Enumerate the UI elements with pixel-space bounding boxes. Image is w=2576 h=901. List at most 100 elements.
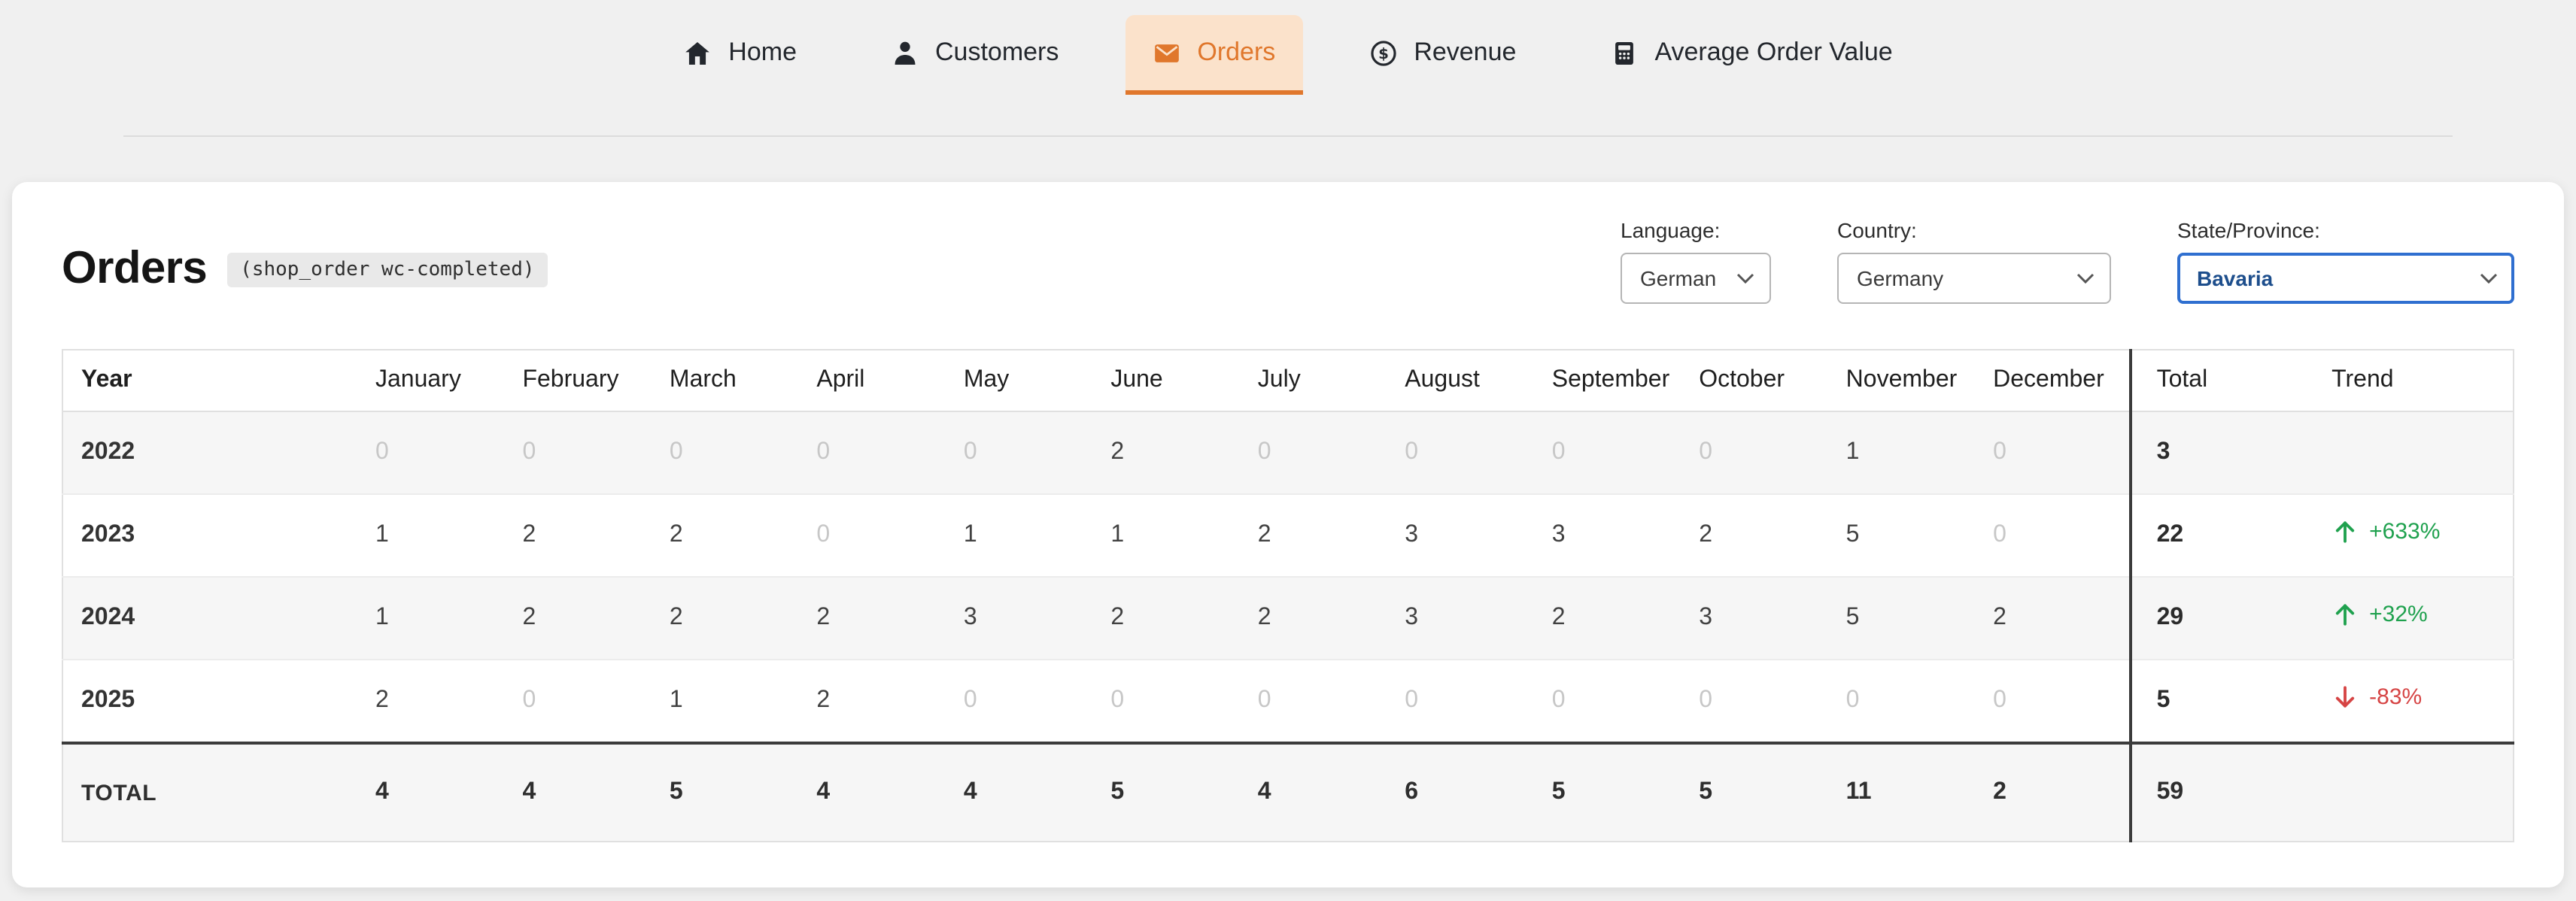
calculator-icon: [1609, 38, 1638, 67]
column-header-december: December: [1984, 350, 2131, 411]
column-header-august: August: [1396, 350, 1542, 411]
month-value-cell: 2: [807, 577, 954, 660]
trend-indicator: +633%: [2331, 519, 2440, 545]
month-value-cell: 2: [807, 660, 954, 743]
trend-label: -83%: [2369, 684, 2422, 710]
nav-label: Average Order Value: [1654, 38, 1892, 68]
month-value-cell: 0: [1249, 660, 1396, 743]
card-header: Orders (shop_order wc-completed) Languag…: [62, 218, 2514, 304]
nav-item-revenue[interactable]: $ Revenue: [1341, 15, 1543, 95]
column-header-january: January: [366, 350, 513, 411]
footer-month-total-cell: 5: [661, 743, 807, 842]
month-value-cell: 1: [366, 577, 513, 660]
month-value-cell: 3: [1543, 494, 1690, 577]
month-value-cell: 2: [1543, 577, 1690, 660]
month-value-cell: 3: [1396, 577, 1542, 660]
trend-down-icon: [2331, 684, 2357, 710]
month-value-cell: 0: [1396, 411, 1542, 494]
top-nav: Home Customers Orders $ Revenue: [0, 0, 2576, 137]
month-value-cell: 0: [1396, 660, 1542, 743]
month-value-cell: 5: [1837, 577, 1984, 660]
footer-month-total-cell: 5: [1101, 743, 1248, 842]
month-value-cell: 1: [955, 494, 1101, 577]
column-header-september: September: [1543, 350, 1690, 411]
month-value-cell: 0: [513, 411, 660, 494]
month-value-cell: 2: [1101, 411, 1248, 494]
month-value-cell: 2: [513, 577, 660, 660]
footer-month-total-cell: 5: [1690, 743, 1836, 842]
nav-item-average-order-value[interactable]: Average Order Value: [1582, 15, 1919, 95]
state-select[interactable]: Bavaria: [2177, 253, 2514, 304]
footer-total-label: TOTAL: [62, 743, 366, 842]
month-value-cell: 3: [1396, 494, 1542, 577]
nav-label: Revenue: [1414, 38, 1516, 68]
country-select[interactable]: Germany: [1837, 253, 2111, 304]
footer-month-total-cell: 6: [1396, 743, 1542, 842]
month-value-cell: 0: [366, 411, 513, 494]
nav-label: Customers: [935, 38, 1059, 68]
nav-label: Home: [728, 38, 797, 68]
column-header-trend: Trend: [2307, 350, 2514, 411]
footer-month-total-cell: 5: [1543, 743, 1690, 842]
user-icon: [890, 38, 919, 67]
year-cell: 2023: [62, 494, 366, 577]
table-row: 202412223223235229+32%: [62, 577, 2514, 660]
month-value-cell: 5: [1837, 494, 1984, 577]
country-filter: Country: Germany: [1837, 218, 2111, 304]
footer-month-total-cell: 4: [366, 743, 513, 842]
trend-label: +633%: [2369, 519, 2440, 545]
month-value-cell: 2: [1249, 494, 1396, 577]
nav-item-orders[interactable]: Orders: [1125, 15, 1302, 95]
column-header-october: October: [1690, 350, 1836, 411]
nav-item-customers[interactable]: Customers: [863, 15, 1086, 95]
nav-item-home[interactable]: Home: [656, 15, 824, 95]
column-header-july: July: [1249, 350, 1396, 411]
month-value-cell: 3: [955, 577, 1101, 660]
country-label: Country:: [1837, 218, 2111, 242]
column-header-total: Total: [2131, 350, 2308, 411]
month-value-cell: 0: [1690, 660, 1836, 743]
month-value-cell: 0: [1543, 660, 1690, 743]
total-cell: 3: [2131, 411, 2308, 494]
trend-indicator: +32%: [2331, 602, 2428, 627]
home-icon: [683, 38, 712, 67]
nav-divider: [123, 135, 2453, 137]
trend-up-icon: [2331, 602, 2357, 627]
page-title: Orders: [62, 244, 207, 295]
month-value-cell: 2: [661, 494, 807, 577]
month-value-cell: 0: [1690, 411, 1836, 494]
table-header: YearJanuaryFebruaryMarchAprilMayJuneJuly…: [62, 350, 2514, 411]
state-filter: State/Province: Bavaria: [2177, 218, 2514, 304]
month-value-cell: 0: [661, 411, 807, 494]
mail-icon: [1152, 38, 1180, 67]
title-wrap: Orders (shop_order wc-completed): [62, 244, 548, 295]
language-filter: Language: German: [1621, 218, 1771, 304]
year-cell: 2024: [62, 577, 366, 660]
total-cell: 5: [2131, 660, 2308, 743]
orders-table: YearJanuaryFebruaryMarchAprilMayJuneJuly…: [62, 349, 2514, 842]
month-value-cell: 2: [661, 577, 807, 660]
month-value-cell: 2: [366, 660, 513, 743]
footer-month-total-cell: 4: [1249, 743, 1396, 842]
trend-indicator: -83%: [2331, 684, 2422, 710]
svg-text:$: $: [1378, 44, 1388, 62]
month-value-cell: 2: [1249, 577, 1396, 660]
filters: Language: German Country: Germ: [1621, 218, 2514, 304]
app-root: Home Customers Orders $ Revenue: [0, 0, 2576, 901]
column-header-may: May: [955, 350, 1101, 411]
month-value-cell: 2: [1101, 577, 1248, 660]
language-select[interactable]: German: [1621, 253, 1771, 304]
state-label: State/Province:: [2177, 218, 2514, 242]
trend-cell: [2307, 411, 2514, 494]
month-value-cell: 0: [807, 494, 954, 577]
month-value-cell: 2: [513, 494, 660, 577]
orders-card: Orders (shop_order wc-completed) Languag…: [12, 182, 2564, 887]
nav-label: Orders: [1197, 38, 1275, 68]
footer-month-total-cell: 2: [1984, 743, 2131, 842]
table-row: 202312201123325022+633%: [62, 494, 2514, 577]
column-header-march: March: [661, 350, 807, 411]
trend-up-icon: [2331, 519, 2357, 545]
month-value-cell: 0: [1837, 660, 1984, 743]
trend-label: +32%: [2369, 602, 2428, 627]
table-footer: TOTAL445445465511259: [62, 743, 2514, 842]
